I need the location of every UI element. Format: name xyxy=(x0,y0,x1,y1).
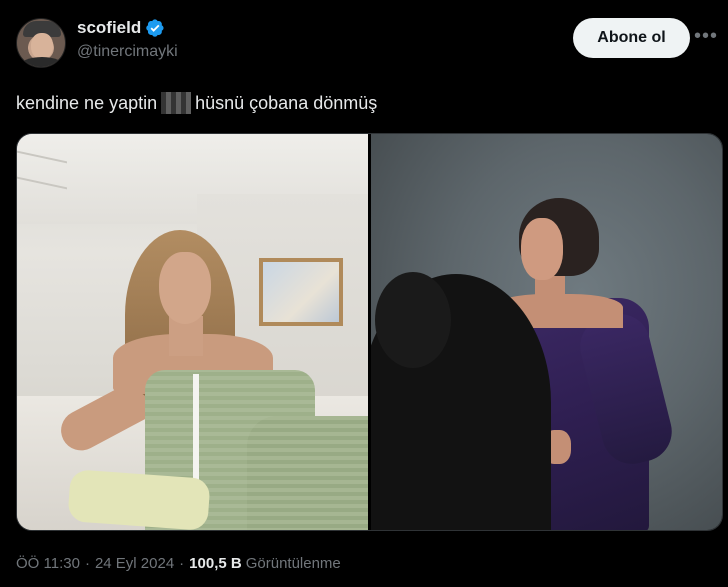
tweet-header: scofield @tinercimayki Abone ol ••• xyxy=(16,14,717,70)
name-row: scofield xyxy=(77,18,165,38)
meta-separator: · xyxy=(179,555,185,572)
views-count: 100,5 B xyxy=(189,555,242,572)
tweet-text: kendine ne yaptin hüsnü çobana dönmüş xyxy=(16,92,377,114)
display-name[interactable]: scofield xyxy=(77,18,141,38)
user-handle[interactable]: @tinercimayki xyxy=(77,43,178,61)
photo-pillow xyxy=(67,469,211,530)
views-label: Görüntülenme xyxy=(245,555,341,572)
photo-face xyxy=(521,218,563,280)
verified-badge-icon xyxy=(145,18,165,38)
censor-block xyxy=(161,92,192,114)
photo-picture-frame xyxy=(259,258,343,326)
more-horizontal-icon[interactable]: ••• xyxy=(692,26,720,50)
avatar-shirt xyxy=(19,57,65,67)
tweet-text-before: kendine ne yaptin xyxy=(16,92,158,113)
left-photo[interactable] xyxy=(17,134,368,530)
follow-button[interactable]: Abone ol xyxy=(573,18,690,58)
right-photo[interactable] xyxy=(371,134,722,530)
photo-dress-lower xyxy=(247,416,368,530)
media-grid xyxy=(16,133,723,531)
tweet-time[interactable]: ÖÖ 11:30 xyxy=(16,555,80,572)
photo-face xyxy=(159,252,211,324)
photo-foreground-head xyxy=(375,272,451,368)
tweet-text-after: hüsnü çobana dönmüş xyxy=(195,92,378,113)
tweet: scofield @tinercimayki Abone ol ••• kend… xyxy=(0,0,728,587)
tweet-date[interactable]: 24 Eyl 2024 xyxy=(95,555,174,572)
avatar[interactable] xyxy=(16,18,66,68)
meta-separator: · xyxy=(84,555,90,572)
avatar-face xyxy=(31,33,53,59)
tweet-meta: ÖÖ 11:30 · 24 Eyl 2024 · 100,5 B Görüntü… xyxy=(16,555,341,572)
